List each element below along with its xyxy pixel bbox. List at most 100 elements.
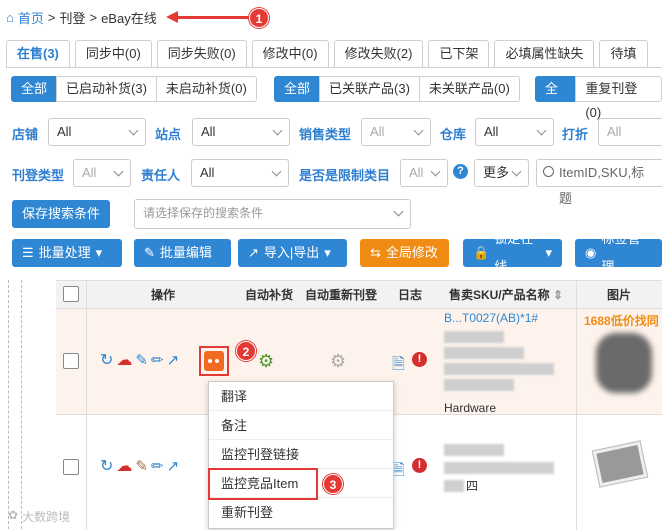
duplicate-filter: 全部 重复刊登(0)	[535, 76, 662, 120]
blurred-text	[444, 480, 464, 492]
seg-all[interactable]: 全部	[535, 76, 577, 120]
breadcrumb-home[interactable]: 首页	[18, 8, 44, 27]
tab-missing-attrs[interactable]: 必填属性缺失	[494, 40, 595, 67]
chart-icon[interactable]: ↗	[167, 353, 180, 369]
tab-pending[interactable]: 待填	[599, 40, 648, 67]
seg-duplicate[interactable]: 重复刊登(0)	[575, 76, 662, 120]
menu-item-relist[interactable]: 重新刊登	[209, 498, 393, 527]
seg-linked[interactable]: 已关联产品(3)	[319, 76, 420, 102]
site-select[interactable]: All	[192, 118, 290, 146]
sale-type-value: All	[370, 124, 385, 139]
blurred-text	[444, 363, 554, 375]
tab-sync-failed[interactable]: 同步失败(0)	[156, 40, 247, 67]
edit-icon[interactable]: ✎	[135, 353, 148, 369]
cloud-download-icon[interactable]: ☁	[116, 459, 132, 475]
chevron-down-icon	[511, 166, 522, 177]
chart-icon: ↗	[248, 245, 259, 260]
sync-icon[interactable]: ↻	[100, 353, 113, 369]
seg-all[interactable]: 全部	[11, 76, 58, 102]
edit-icon: ✎	[144, 245, 155, 260]
breadcrumb: ⌂ 首页 > 刊登 > eBay在线	[6, 8, 157, 27]
chevron-down-icon	[536, 125, 547, 136]
watermark: ✿ 大数跨境	[8, 508, 70, 525]
list-type-label: 刊登类型	[12, 168, 65, 183]
owner-value: All	[200, 165, 215, 180]
chart-icon[interactable]: ↗	[167, 459, 180, 475]
header-auto-relist: 自动重新刊登	[298, 281, 384, 309]
blurred-text	[444, 444, 504, 456]
sync-icon[interactable]: ↻	[100, 459, 113, 475]
menu-item-translate[interactable]: 翻译	[209, 382, 393, 411]
seg-restock-on[interactable]: 已启动补货(3)	[56, 76, 157, 102]
header-select	[56, 281, 86, 309]
product-image[interactable]	[592, 441, 648, 487]
annotation-badge-2: 2	[236, 341, 256, 361]
more-actions-menu: 翻译 备注 监控刊登链接 监控竞品Item 重新刊登	[208, 381, 394, 529]
chevron-down-icon	[113, 166, 124, 177]
list-icon: ☰	[22, 245, 34, 260]
batch-process-button[interactable]: ☰ 批量处理 ▾	[12, 239, 122, 267]
owner-select[interactable]: All	[191, 159, 289, 187]
help-icon[interactable]: ?	[453, 164, 468, 179]
alert-icon[interactable]: !	[412, 458, 427, 473]
cloud-download-icon[interactable]: ☁	[116, 353, 132, 369]
alert-icon[interactable]: !	[412, 352, 427, 367]
batch-edit-button[interactable]: ✎ 批量编辑	[134, 239, 231, 267]
pencil-icon[interactable]: ✏	[151, 459, 164, 475]
discount-select[interactable]: All	[598, 118, 662, 146]
more-select[interactable]: 更多	[474, 159, 529, 187]
breadcrumb-listing[interactable]: 刊登	[59, 8, 85, 27]
pencil-icon[interactable]: ✏	[151, 353, 164, 369]
select-all-checkbox[interactable]	[63, 286, 79, 302]
header-log: 日志	[384, 281, 436, 309]
warehouse-select[interactable]: All	[475, 118, 554, 146]
owner-label: 责任人	[141, 168, 181, 183]
edit-icon[interactable]: ✎	[135, 459, 148, 475]
row-sku[interactable]: B...T0027(AB)*1#	[444, 311, 538, 325]
import-export-button[interactable]: ↗ 导入|导出 ▾	[238, 239, 347, 267]
tab-on-sale[interactable]: 在售(3)	[6, 40, 70, 67]
list-type-value: All	[82, 165, 97, 180]
tab-modifying[interactable]: 修改中(0)	[251, 40, 329, 67]
exchange-icon: ⇆	[370, 245, 381, 260]
restricted-label: 是否是限制类目	[299, 168, 391, 183]
seg-unlinked[interactable]: 未关联产品(0)	[418, 76, 520, 102]
menu-item-note[interactable]: 备注	[209, 411, 393, 440]
tab-modify-failed[interactable]: 修改失败(2)	[333, 40, 424, 67]
header-sku-label: 售卖SKU/产品名称	[448, 288, 550, 302]
gear-icon[interactable]: ⚙	[258, 351, 274, 372]
saved-search-placeholder: 请选择保存的搜索条件	[143, 206, 264, 220]
lock-label: 锁定在线	[494, 231, 534, 274]
row-checkbox[interactable]	[63, 353, 79, 369]
sale-type-select[interactable]: All	[361, 118, 431, 146]
sale-type-label: 销售类型	[299, 127, 352, 142]
product-image[interactable]	[596, 333, 652, 393]
row-checkbox[interactable]	[63, 459, 79, 475]
restricted-select[interactable]: All	[400, 159, 448, 187]
search-placeholder: ItemID,SKU,标题	[559, 165, 645, 206]
search-input[interactable]: ItemID,SKU,标题	[536, 159, 662, 206]
global-edit-button[interactable]: ⇆ 全局修改	[360, 239, 449, 267]
header-sku[interactable]: 售卖SKU/产品名称 ⇕	[436, 281, 576, 309]
tag-manage-button[interactable]: ◉ 标签管理	[575, 231, 662, 274]
site-label: 站点	[155, 127, 182, 142]
blurred-text	[444, 347, 524, 359]
seg-all[interactable]: 全部	[274, 76, 321, 102]
chevron-down-icon	[271, 166, 282, 177]
save-search-button[interactable]: 保存搜索条件	[12, 200, 111, 228]
saved-search-select[interactable]: 请选择保存的搜索条件	[134, 199, 411, 229]
tab-syncing[interactable]: 同步中(0)	[74, 40, 152, 67]
menu-item-monitor-link[interactable]: 监控刊登链接	[209, 440, 393, 469]
seg-restock-off[interactable]: 未启动补货(0)	[155, 76, 257, 102]
list-type-select[interactable]: All	[73, 159, 131, 187]
document-icon[interactable]: 🗎	[392, 353, 405, 380]
site-value: All	[201, 124, 216, 139]
batch-label: 批量处理	[38, 245, 91, 260]
lock-online-button[interactable]: 🔒 锁定在线 ▾	[463, 231, 562, 274]
row-name-tail: 四	[466, 479, 479, 493]
tab-delisted[interactable]: 已下架	[428, 40, 490, 67]
gear-icon[interactable]: ⚙	[330, 351, 346, 372]
shop-select[interactable]: All	[48, 118, 146, 146]
home-icon[interactable]: ⌂	[6, 10, 14, 25]
promo-link[interactable]: 1688低价找同	[584, 312, 662, 329]
